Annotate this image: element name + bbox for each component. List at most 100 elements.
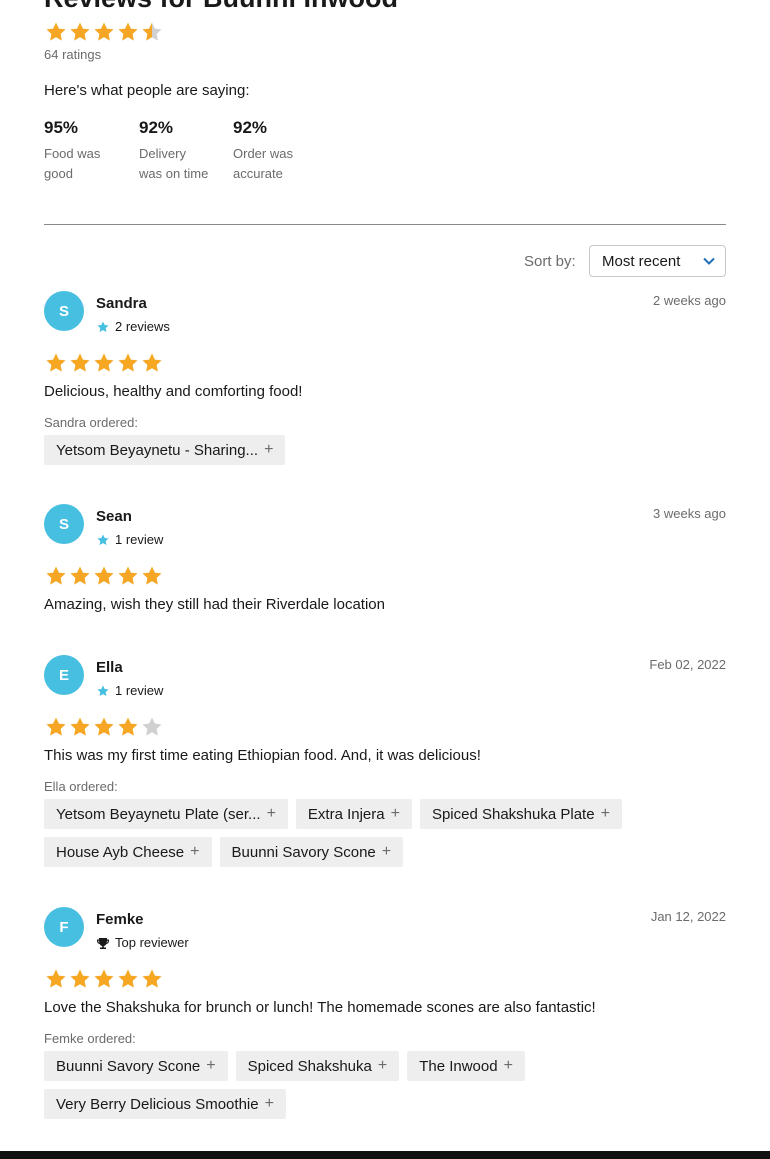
divider bbox=[44, 224, 726, 225]
star-icon bbox=[140, 564, 164, 588]
reviewer-name[interactable]: Sandra bbox=[96, 295, 147, 312]
sort-dropdown[interactable]: Most recent bbox=[589, 245, 726, 277]
summary-star-rating bbox=[44, 20, 164, 44]
ordered-items: Buunni Savory Scone + Spiced Shakshuka + The… bbox=[44, 1051, 726, 1127]
star-icon bbox=[116, 20, 140, 44]
ordered-item-chip[interactable]: Yetsom Beyaynetu Plate (ser... + bbox=[44, 799, 288, 829]
star-icon bbox=[44, 564, 68, 588]
star-icon bbox=[96, 320, 110, 334]
stat-food: 95% Food was good bbox=[44, 118, 124, 184]
star-icon bbox=[68, 715, 92, 739]
star-icon bbox=[68, 564, 92, 588]
reviewer-meta-text: Top reviewer bbox=[115, 935, 189, 950]
star-icon bbox=[116, 967, 140, 991]
star-icon bbox=[68, 967, 92, 991]
star-icon bbox=[68, 351, 92, 375]
reviewer-meta: 1 review bbox=[96, 532, 163, 547]
star-icon bbox=[44, 351, 68, 375]
ordered-item-label: Buunni Savory Scone bbox=[56, 1057, 201, 1075]
ordered-items: Yetsom Beyaynetu Plate (ser... + Extra Inj… bbox=[44, 799, 726, 875]
ordered-items-row: Yetsom Beyaynetu Plate (ser... + Extra Inj… bbox=[44, 799, 726, 829]
half-star-icon bbox=[140, 20, 164, 44]
ordered-item-chip[interactable]: Extra Injera + bbox=[295, 799, 412, 829]
star-icon bbox=[96, 533, 110, 547]
ordered-item-chip[interactable]: Very Berry Delicious Smoothie + bbox=[44, 1089, 286, 1119]
stat-description: Order was accurate bbox=[233, 146, 293, 181]
ordered-item-chip[interactable]: Buunni Savory Scone + bbox=[219, 837, 404, 867]
plus-icon: + bbox=[381, 843, 392, 860]
review-date: Feb 02, 2022 bbox=[649, 657, 726, 672]
plus-icon: + bbox=[264, 1095, 274, 1112]
review-text: This was my first time eating Ethiopian … bbox=[44, 747, 481, 764]
reviewer-meta: 2 reviews bbox=[96, 319, 170, 334]
ordered-item-label: Yetsom Beyaynetu - Sharing... bbox=[56, 441, 259, 459]
plus-icon: + bbox=[390, 805, 400, 822]
review-date: 3 weeks ago bbox=[653, 506, 726, 521]
star-icon bbox=[140, 715, 164, 739]
star-icon bbox=[92, 967, 116, 991]
star-icon bbox=[92, 20, 116, 44]
review-star-rating bbox=[44, 715, 164, 739]
ordered-items-row: Yetsom Beyaynetu - Sharing... + bbox=[44, 435, 726, 465]
ordered-item-label: Extra Injera bbox=[307, 805, 385, 823]
ordered-item-label: Buunni Savory Scone bbox=[231, 843, 376, 861]
reviewer-meta-text: 2 reviews bbox=[115, 319, 170, 334]
ordered-item-chip[interactable]: Spiced Shakshuka Plate + bbox=[419, 799, 622, 829]
ordered-item-chip[interactable]: The Inwood + bbox=[407, 1051, 525, 1081]
star-icon bbox=[68, 20, 92, 44]
ordered-label: Femke ordered: bbox=[44, 1031, 136, 1046]
star-icon bbox=[44, 967, 68, 991]
ordered-label: Ella ordered: bbox=[44, 779, 118, 794]
avatar: F bbox=[44, 907, 84, 947]
stat-description: Delivery was on time bbox=[139, 146, 209, 181]
plus-icon: + bbox=[377, 1057, 388, 1074]
reviewer-meta-text: 1 review bbox=[115, 532, 164, 547]
star-icon bbox=[44, 715, 68, 739]
ordered-item-label: Very Berry Delicious Smoothie bbox=[56, 1095, 259, 1113]
ordered-item-chip[interactable]: Buunni Savory Scone + bbox=[44, 1051, 228, 1081]
ordered-items-row: House Ayb Cheese + Buunni Savory Scone + bbox=[44, 837, 726, 867]
star-icon bbox=[92, 351, 116, 375]
ordered-item-chip[interactable]: House Ayb Cheese + bbox=[44, 837, 212, 867]
star-icon bbox=[140, 967, 164, 991]
star-icon bbox=[44, 20, 68, 44]
stat-percent: 92% bbox=[233, 118, 268, 137]
avatar: S bbox=[44, 504, 84, 544]
plus-icon: + bbox=[206, 1057, 216, 1074]
stat-accuracy: 92% Order was accurate bbox=[233, 118, 313, 184]
ordered-item-label: The Inwood bbox=[419, 1057, 498, 1075]
review-text: Love the Shakshuka for brunch or lunch! … bbox=[44, 999, 596, 1016]
ratings-count: 64 ratings bbox=[44, 47, 102, 62]
review-text: Delicious, healthy and comforting food! bbox=[44, 383, 303, 400]
reviewer-meta: Top reviewer bbox=[96, 935, 189, 950]
ordered-items-row: Buunni Savory Scone + Spiced Shakshuka + The… bbox=[44, 1051, 726, 1081]
reviewer-meta: 1 review bbox=[96, 683, 163, 698]
plus-icon: + bbox=[264, 441, 274, 458]
review-star-rating bbox=[44, 351, 164, 375]
plus-icon: + bbox=[266, 805, 276, 822]
avatar: S bbox=[44, 291, 84, 331]
reviewer-name[interactable]: Sean bbox=[96, 508, 132, 525]
stat-percent: 92% bbox=[139, 118, 174, 137]
star-icon bbox=[116, 351, 140, 375]
ordered-item-chip[interactable]: Yetsom Beyaynetu - Sharing... + bbox=[44, 435, 286, 465]
plus-icon: + bbox=[190, 843, 200, 860]
review-date: Jan 12, 2022 bbox=[650, 909, 726, 924]
ordered-label: Sandra ordered: bbox=[44, 415, 138, 430]
chevron-down-icon bbox=[702, 254, 716, 268]
ordered-items: Yetsom Beyaynetu - Sharing... + bbox=[44, 435, 726, 473]
star-icon bbox=[92, 564, 116, 588]
ordered-items-row: Very Berry Delicious Smoothie + bbox=[44, 1089, 726, 1119]
avatar: E bbox=[44, 655, 84, 695]
stat-percent: 95% bbox=[44, 118, 79, 137]
reviewer-name[interactable]: Ella bbox=[96, 659, 123, 676]
ordered-item-label: Yetsom Beyaynetu Plate (ser... bbox=[56, 805, 261, 823]
star-icon bbox=[92, 715, 116, 739]
trophy-icon bbox=[96, 936, 110, 950]
reviewer-name[interactable]: Femke bbox=[96, 911, 144, 928]
ordered-item-chip[interactable]: Spiced Shakshuka + bbox=[235, 1051, 400, 1081]
sort-label: Sort by: bbox=[524, 253, 576, 270]
review-star-rating bbox=[44, 564, 164, 588]
ordered-item-label: Spiced Shakshuka Plate bbox=[431, 805, 595, 823]
ordered-item-label: Spiced Shakshuka bbox=[247, 1057, 372, 1075]
